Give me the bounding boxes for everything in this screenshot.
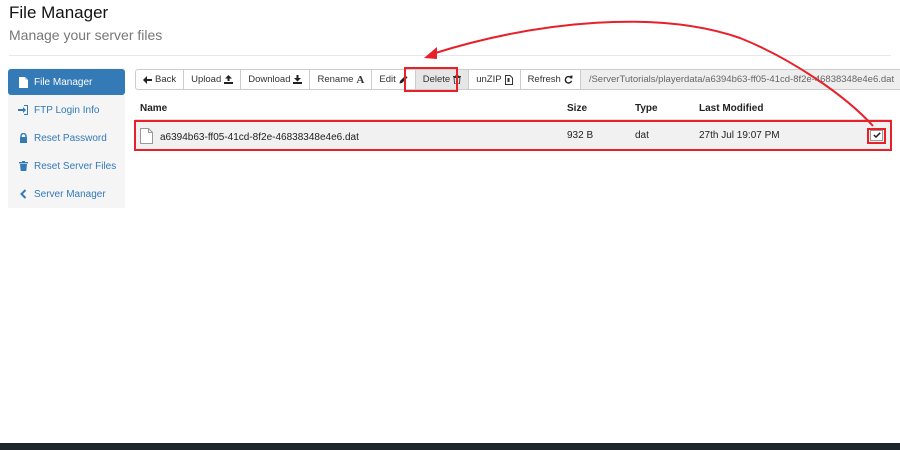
sidebar: File Manager FTP Login Info Reset Passwo…: [8, 68, 125, 208]
file-archive-icon: [504, 74, 513, 85]
footer-bar: [0, 443, 900, 450]
annotation-arrow: [424, 20, 874, 127]
delete-button[interactable]: Delete: [415, 69, 470, 90]
edit-button[interactable]: Edit: [372, 69, 416, 90]
sign-in-icon: [18, 105, 28, 116]
sidebar-item-label: File Manager: [34, 76, 93, 88]
sidebar-item-label: Reset Password: [34, 132, 107, 144]
refresh-button[interactable]: Refresh: [520, 69, 581, 90]
upload-button-label: Upload: [191, 74, 222, 85]
file-size-cell: 932 B: [567, 130, 594, 141]
sidebar-item-label: Reset Server Files: [34, 160, 117, 172]
sidebar-item-ftp-login[interactable]: FTP Login Info: [8, 97, 125, 123]
upload-icon: [224, 75, 234, 84]
trash-icon: [18, 161, 28, 172]
sidebar-item-label: FTP Login Info: [34, 104, 100, 116]
trash-icon: [453, 75, 462, 84]
download-icon: [293, 75, 303, 84]
upload-button[interactable]: Upload: [184, 69, 242, 90]
table-row[interactable]: a6394b63-ff05-41cd-8f2e-46838348e4e6.dat…: [135, 121, 892, 150]
page-title: File Manager: [9, 3, 109, 22]
unzip-button-label: unZIP: [476, 74, 502, 85]
back-button[interactable]: Back: [135, 69, 185, 90]
download-button[interactable]: Download: [241, 69, 311, 90]
column-header-size[interactable]: Size: [567, 103, 587, 114]
file-modified-cell: 27th Jul 19:07 PM: [699, 130, 780, 141]
sidebar-item-server-manager[interactable]: Server Manager: [8, 181, 125, 207]
current-path-field[interactable]: /ServerTutorials/playerdata/a6394b63-ff0…: [580, 69, 900, 90]
column-header-name[interactable]: Name: [140, 103, 167, 114]
arrow-left-icon: [143, 75, 152, 84]
table-header: Name Size Type Last Modified: [135, 98, 892, 120]
lock-icon: [18, 133, 28, 144]
refresh-icon: [564, 75, 573, 84]
sidebar-item-reset-server-files[interactable]: Reset Server Files: [8, 153, 125, 179]
edit-button-label: Edit: [379, 74, 396, 85]
refresh-button-label: Refresh: [527, 74, 561, 85]
unzip-button[interactable]: unZIP: [469, 69, 521, 90]
file-icon: [140, 128, 153, 147]
back-button-label: Back: [155, 74, 177, 85]
chevron-left-icon: [18, 189, 28, 200]
delete-button-label: Delete: [422, 74, 451, 85]
file-icon: [18, 76, 28, 88]
sidebar-item-reset-password[interactable]: Reset Password: [8, 125, 125, 151]
page-subtitle: Manage your server files: [9, 27, 163, 43]
column-header-type[interactable]: Type: [635, 103, 658, 114]
rename-button[interactable]: Rename A: [310, 69, 373, 90]
column-header-last-modified[interactable]: Last Modified: [699, 103, 763, 114]
pencil-icon: [399, 75, 408, 84]
row-select-checkbox[interactable]: [870, 130, 883, 141]
header-divider: [9, 55, 891, 56]
download-button-label: Download: [248, 74, 291, 85]
file-toolbar: Back Upload Download Rename A Edit Delet…: [135, 69, 900, 90]
sidebar-item-file-manager[interactable]: File Manager: [8, 69, 125, 95]
file-type-cell: dat: [635, 130, 649, 141]
sidebar-item-label: Server Manager: [34, 188, 106, 200]
file-name-cell[interactable]: a6394b63-ff05-41cd-8f2e-46838348e4e6.dat: [160, 132, 359, 143]
rename-button-label: Rename: [317, 74, 354, 85]
font-icon: A: [356, 73, 365, 86]
check-icon: [872, 130, 881, 141]
